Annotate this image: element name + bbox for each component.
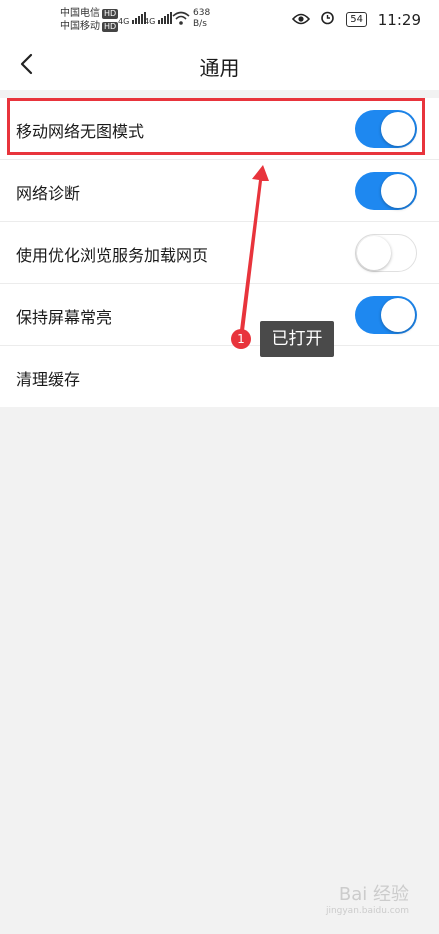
step-badge: 1 — [231, 329, 251, 349]
annotation-arrow — [240, 165, 269, 331]
watermark-sub: jingyan.baidu.com — [325, 906, 409, 916]
watermark: Bai 经验 jingyan.baidu.com — [326, 880, 409, 916]
annotation-note: 已打开 — [260, 321, 334, 357]
watermark-main: Bai 经验 — [338, 884, 409, 905]
